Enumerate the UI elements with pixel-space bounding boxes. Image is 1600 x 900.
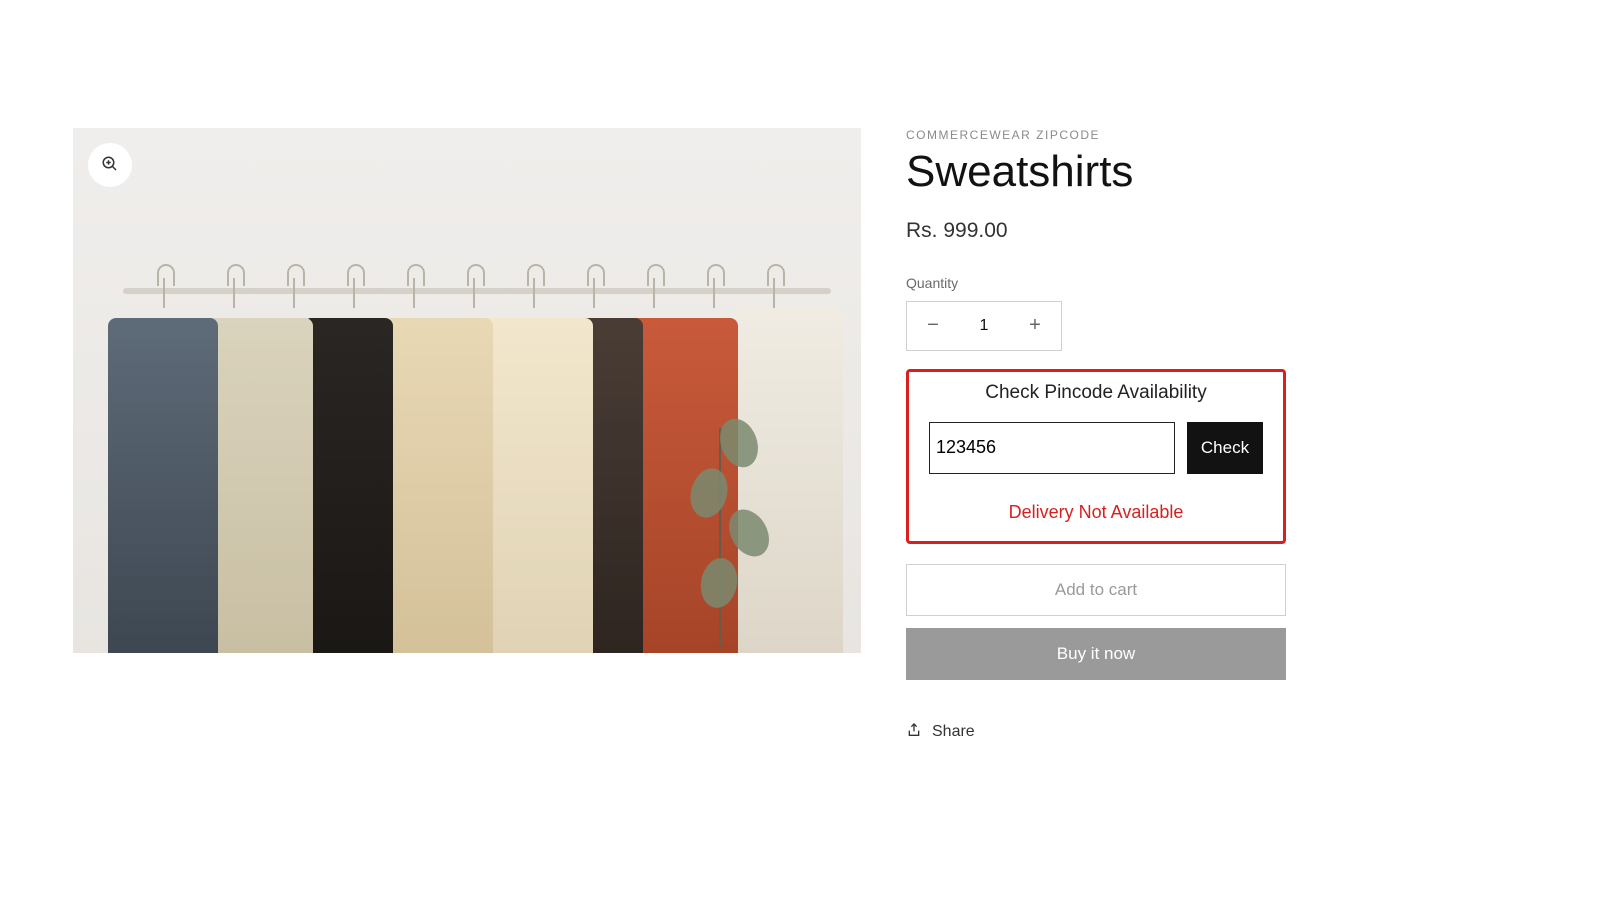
minus-icon: − [927,314,939,337]
product-title: Sweatshirts [906,146,1286,199]
buy-now-button[interactable]: Buy it now [906,628,1286,680]
quantity-label: Quantity [906,275,1286,291]
quantity-decrease-button[interactable]: − [907,302,959,350]
pincode-availability-box: Check Pincode Availability Check Deliver… [906,369,1286,544]
pincode-status-message: Delivery Not Available [929,502,1263,523]
share-label: Share [932,723,975,741]
product-price: Rs. 999.00 [906,219,1286,243]
pincode-title: Check Pincode Availability [929,382,1263,404]
share-icon [906,722,922,743]
product-image-container [73,128,861,653]
check-pincode-button[interactable]: Check [1187,422,1263,474]
add-to-cart-button[interactable]: Add to cart [906,564,1286,616]
magnify-icon [101,155,119,176]
share-button[interactable]: Share [906,722,975,743]
zoom-button[interactable] [88,143,132,187]
product-info-panel: COMMERCEWEAR ZIPCODE Sweatshirts Rs. 999… [906,128,1286,743]
product-image[interactable] [73,128,861,653]
pincode-input[interactable] [929,422,1175,474]
quantity-value: 1 [959,317,1009,335]
plus-icon: + [1029,314,1041,337]
quantity-increase-button[interactable]: + [1009,302,1061,350]
quantity-stepper: − 1 + [906,301,1062,351]
vendor-label: COMMERCEWEAR ZIPCODE [906,128,1286,142]
